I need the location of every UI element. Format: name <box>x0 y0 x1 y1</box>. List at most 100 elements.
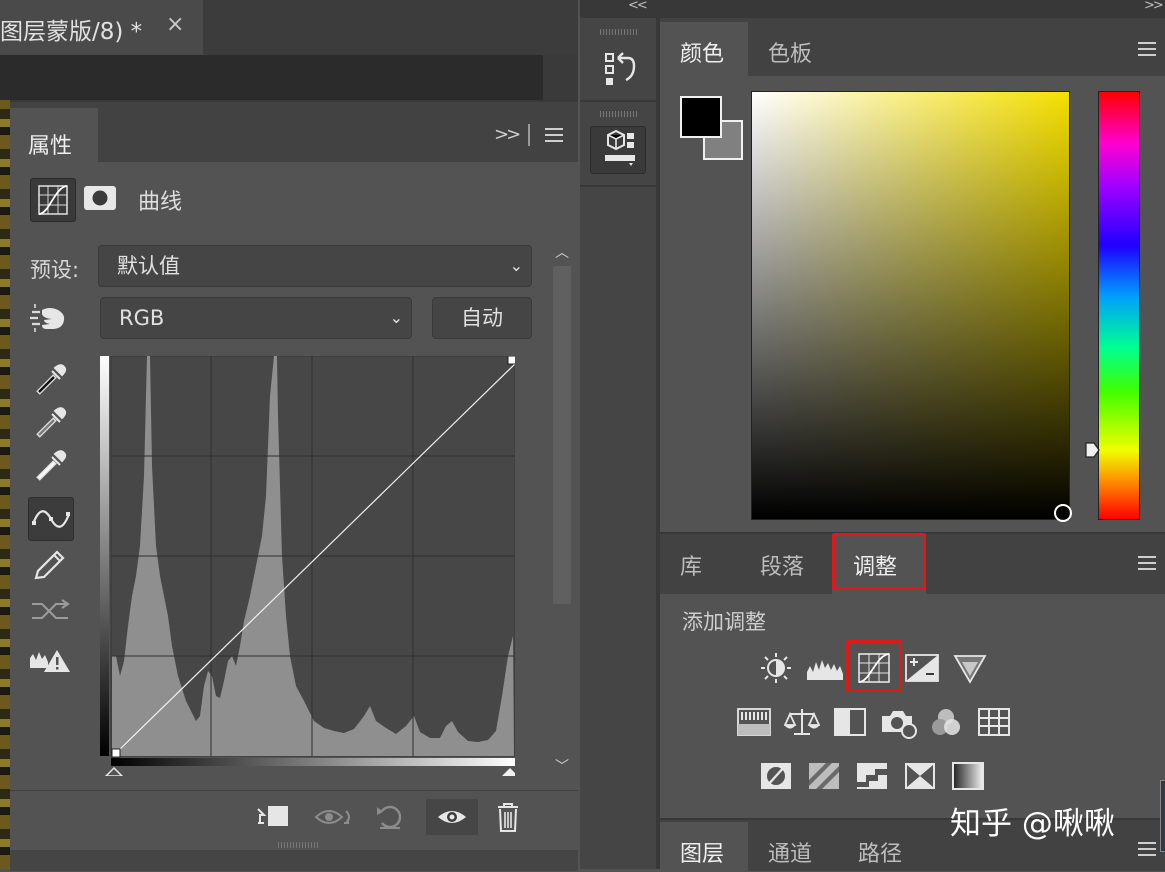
foreground-color-swatch[interactable] <box>680 96 722 138</box>
panel-bottom-strip <box>10 850 578 871</box>
trash-icon[interactable] <box>486 799 530 835</box>
layer-mask-icon[interactable] <box>83 184 117 212</box>
divider <box>528 124 530 146</box>
scroll-thumb[interactable] <box>553 266 571 604</box>
color-field[interactable] <box>751 91 1070 520</box>
document-tab[interactable]: 图层蒙版/8) * × <box>0 0 203 55</box>
hue-saturation-icon[interactable] <box>736 706 772 738</box>
tab-properties[interactable]: 属性 <box>10 108 98 164</box>
gray-point-eyedropper-icon[interactable] <box>28 402 72 444</box>
curves-icon[interactable] <box>856 652 892 684</box>
input-gradient-bar <box>100 356 109 756</box>
view-previous-icon[interactable] <box>312 799 356 835</box>
curve-points-icon[interactable] <box>28 497 74 541</box>
highlight-box <box>832 533 926 590</box>
adjustment-name: 曲线 <box>138 190 183 215</box>
tab-color-label: 颜色 <box>680 42 725 67</box>
reset-icon[interactable] <box>368 799 412 835</box>
photo-filter-icon[interactable] <box>880 706 917 739</box>
properties-footer <box>10 790 578 841</box>
tab-layers-label: 图层 <box>680 842 725 867</box>
document-tab-title: 图层蒙版/8) * <box>0 19 143 45</box>
tab-paths-label: 路径 <box>858 842 903 867</box>
panel-menu-icon[interactable] <box>545 128 563 142</box>
expand-panels-button[interactable]: << <box>628 0 648 13</box>
white-input-slider[interactable] <box>502 768 515 776</box>
canvas-area <box>0 55 578 100</box>
output-gradient-bar <box>111 758 515 766</box>
black-point-handle[interactable] <box>111 748 121 758</box>
white-point-eyedropper-icon[interactable] <box>28 445 72 487</box>
curves-graph[interactable] <box>100 356 515 776</box>
preset-label: 预设: <box>30 258 80 282</box>
color-balance-icon[interactable] <box>784 706 820 738</box>
invert-icon[interactable] <box>758 760 794 792</box>
collapse-panels-button[interactable]: >> <box>1144 0 1164 13</box>
posterize-icon[interactable] <box>806 760 842 792</box>
tab-library-label: 库 <box>680 555 703 580</box>
hue-slider-handle[interactable] <box>1084 441 1100 459</box>
preset-value: 默认值 <box>117 254 180 278</box>
levels-icon[interactable] <box>806 652 843 684</box>
exposure-icon[interactable] <box>904 652 940 684</box>
tab-channels[interactable]: 通道 <box>748 822 838 872</box>
properties-panel: 属性 >> 曲线 预设: 默认值 ⌄ RGB ⌄ 自动 ︿ ﹀ <box>10 100 578 871</box>
curves-adjustment-icon[interactable] <box>30 178 76 222</box>
target-adjust-icon[interactable] <box>28 302 68 334</box>
scroll-down-icon[interactable]: ﹀ <box>555 756 569 776</box>
dock-grip[interactable] <box>600 111 638 117</box>
scroll-up-icon[interactable]: ︿ <box>555 242 569 262</box>
gradient-map-icon[interactable] <box>950 760 986 792</box>
tab-paths[interactable]: 路径 <box>838 822 928 872</box>
hue-slider[interactable] <box>1098 91 1140 520</box>
layer-thumbnail-edge <box>1160 780 1165 852</box>
tab-layers[interactable]: 图层 <box>660 822 748 872</box>
canvas-image-edge <box>0 100 10 869</box>
visibility-eye-icon[interactable] <box>426 799 478 835</box>
chevron-down-icon: ⌄ <box>509 256 523 275</box>
black-input-slider[interactable] <box>104 766 124 776</box>
tab-paragraph-label: 段落 <box>760 555 805 580</box>
dock-header: << <box>580 0 656 18</box>
channel-mixer-icon[interactable] <box>928 706 964 738</box>
tab-swatches-label: 色板 <box>768 42 813 67</box>
tab-properties-label: 属性 <box>28 134 73 159</box>
white-point-handle[interactable] <box>507 356 515 365</box>
add-adjustment-label: 添加调整 <box>682 610 766 634</box>
brightness-contrast-icon[interactable] <box>758 652 794 684</box>
tab-color[interactable]: 颜色 <box>660 22 748 78</box>
clip-to-layer-icon[interactable] <box>250 799 294 835</box>
pencil-icon[interactable] <box>28 544 72 586</box>
panel-menu-icon[interactable] <box>1138 556 1156 570</box>
tab-library[interactable]: 库 <box>660 534 740 592</box>
tab-swatches[interactable]: 色板 <box>748 22 836 76</box>
close-tab-button[interactable]: × <box>166 12 184 37</box>
black-point-eyedropper-icon[interactable] <box>28 359 72 401</box>
resize-grip[interactable] <box>278 842 318 848</box>
channel-dropdown[interactable]: RGB ⌄ <box>100 297 412 339</box>
canvas-scroll-corner <box>543 55 578 100</box>
dock-divider <box>580 100 656 102</box>
color-lookup-icon[interactable] <box>976 706 1012 738</box>
selective-color-icon[interactable] <box>902 760 938 792</box>
threshold-icon[interactable] <box>854 760 890 792</box>
right-panel-column: >> 颜色 色板 库 段落 调整 添加调整 图层 通道 路径 知乎 @啾啾 <box>656 0 1165 872</box>
panel-menu-icon[interactable] <box>1138 42 1156 56</box>
smooth-curve-icon[interactable] <box>28 590 72 632</box>
color-tab-bar: 颜色 色板 <box>660 18 1165 78</box>
dock-grip[interactable] <box>600 29 638 35</box>
preset-dropdown[interactable]: 默认值 ⌄ <box>98 245 532 287</box>
vibrance-icon[interactable] <box>952 652 988 684</box>
auto-button[interactable]: 自动 <box>432 297 532 339</box>
tab-paragraph[interactable]: 段落 <box>740 534 828 592</box>
collapse-panel-button[interactable]: >> <box>494 124 521 145</box>
history-icon[interactable] <box>590 44 644 94</box>
3d-materials-icon[interactable] <box>590 126 646 174</box>
black-white-icon[interactable] <box>832 706 868 738</box>
properties-scrollbar[interactable]: ︿ ﹀ <box>550 242 574 798</box>
dock-header: >> <box>660 0 1165 18</box>
panel-menu-icon[interactable] <box>1138 842 1156 856</box>
color-picker-marker[interactable] <box>1054 504 1072 522</box>
clipping-warning-icon[interactable] <box>28 642 72 684</box>
dock-divider <box>580 185 656 187</box>
